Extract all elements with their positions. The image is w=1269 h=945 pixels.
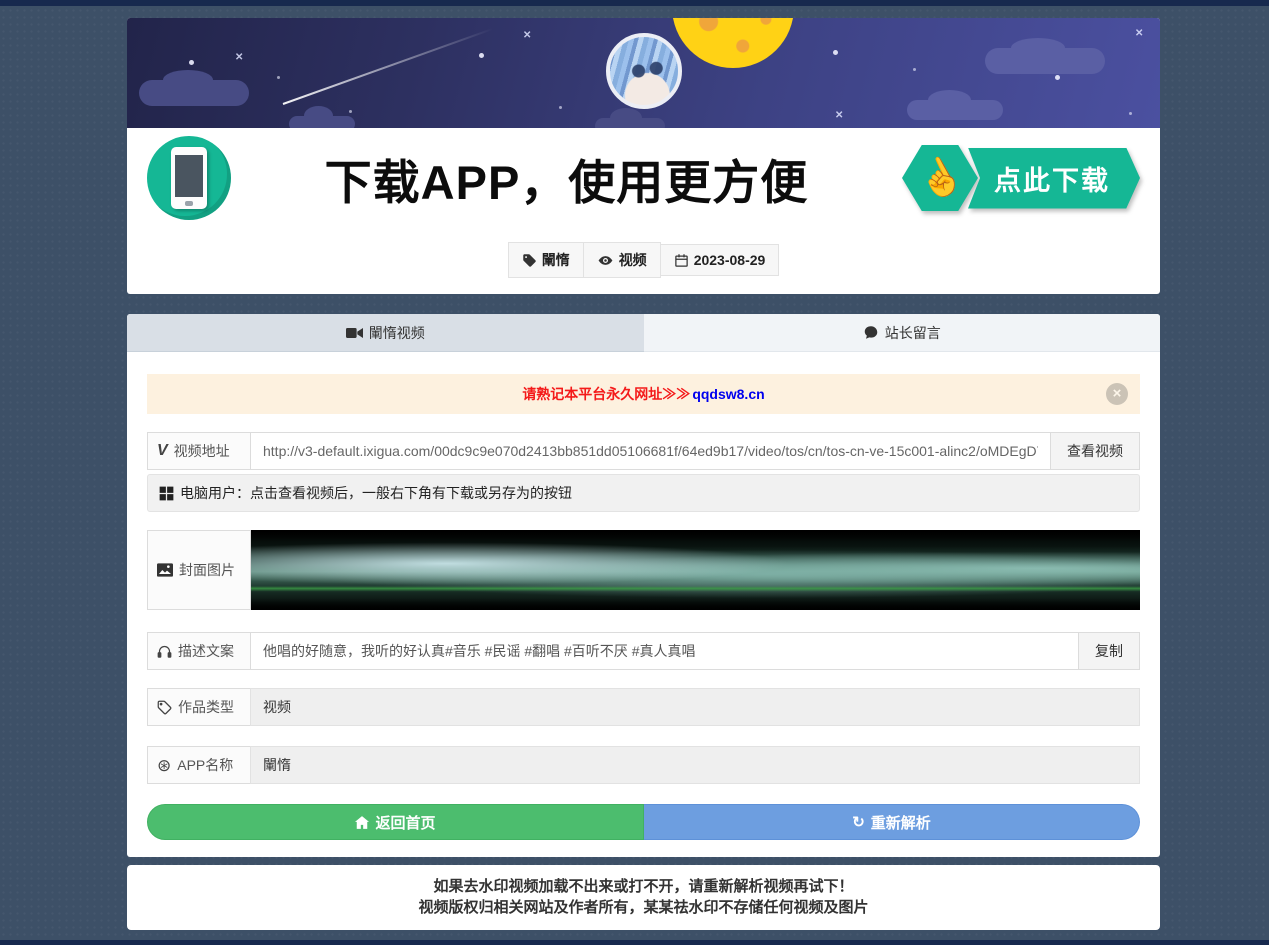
permanent-url-notice: 请熟记本平台永久网址≫≫ qqdsw8.cn ×	[147, 374, 1140, 414]
star-dot	[833, 50, 838, 55]
tab-webmaster-label: 站长留言	[885, 323, 941, 343]
pc-user-hint-text: 电脑用户：点击查看视频后，一般右下角有下载或另存为的按钮	[180, 483, 572, 503]
calendar-icon	[674, 253, 689, 268]
phone-icon	[147, 136, 231, 220]
view-video-button[interactable]: 查看视频	[1050, 432, 1140, 470]
avatar[interactable]	[606, 33, 682, 109]
app-name-label: APP名称	[177, 755, 233, 775]
tab-video-label: 閳惰视频	[369, 323, 425, 343]
download-now-button[interactable]: ☝ 点此下载	[902, 145, 1140, 211]
star-dot	[1129, 112, 1132, 115]
home-icon	[355, 816, 369, 829]
star-dot	[277, 76, 280, 79]
star-dot	[1055, 75, 1060, 80]
close-icon[interactable]: ×	[1106, 383, 1128, 405]
star-cross: ✕	[523, 30, 531, 41]
download-app-banner[interactable]: 下载APP，使用更方便 ☝ 点此下载	[127, 128, 1160, 228]
video-url-row: V 视频地址 查看视频	[147, 432, 1140, 470]
work-type-label-cell: 作品类型	[147, 688, 251, 726]
app-name-value: 閳惰	[250, 746, 1140, 784]
windows-icon	[159, 486, 174, 501]
cloud-illustration	[985, 48, 1105, 74]
tag-outline-icon	[157, 700, 172, 715]
cloud-illustration	[595, 118, 665, 128]
star-cross: ✕	[835, 110, 843, 121]
star-cross: ✕	[235, 52, 243, 63]
cloud-illustration	[907, 100, 1003, 120]
date-tag-label: 2023-08-29	[694, 252, 766, 268]
video-url-input[interactable]	[263, 443, 1038, 459]
cloud-illustration	[289, 116, 355, 128]
main-panel: 閳惰视频 站长留言 请熟记本平台永久网址≫≫ qqdsw8.cn × V 视频地…	[127, 314, 1160, 857]
work-type-row: 作品类型 视频	[147, 688, 1140, 726]
action-buttons-row: 返回首页 ↻ 重新解析	[147, 804, 1140, 840]
header-card: ✕ ✕ ✕ ✕ 下载APP，使用更方便 ☝ 点此下载 閳惰	[127, 18, 1160, 294]
footer-line-1: 如果去水印视频加载不出来或打不开，请重新解析视频再试下！	[127, 876, 1160, 897]
cloud-illustration	[139, 80, 249, 106]
shooting-star	[283, 28, 494, 105]
copy-button[interactable]: 复制	[1078, 632, 1140, 670]
night-sky-banner: ✕ ✕ ✕ ✕	[127, 18, 1160, 128]
vimeo-v-icon: V	[157, 442, 168, 460]
refresh-icon: ↻	[852, 813, 865, 831]
app-name-label-cell: ⊛ APP名称	[147, 746, 251, 784]
headphones-icon	[157, 644, 172, 659]
description-row: 描述文案 他唱的好随意，我听的好认真#音乐 #民谣 #翻唱 #百听不厌 #真人真…	[147, 632, 1140, 670]
back-home-button[interactable]: 返回首页	[147, 804, 644, 840]
pc-user-hint: 电脑用户：点击查看视频后，一般右下角有下载或另存为的按钮	[147, 474, 1140, 512]
video-url-value-cell	[250, 432, 1051, 470]
tab-webmaster-message[interactable]: 站长留言	[644, 314, 1161, 352]
circled-asterisk-icon: ⊛	[157, 757, 171, 774]
reparse-button[interactable]: ↻ 重新解析	[644, 804, 1140, 840]
cover-label-cell: 封面图片	[147, 530, 251, 610]
date-tag-badge: 2023-08-29	[660, 244, 780, 276]
footer-card: 如果去水印视频加载不出来或打不开，请重新解析视频再试下！ 视频版权归相关网站及作…	[127, 865, 1160, 930]
reparse-label: 重新解析	[871, 812, 931, 833]
app-name-row: ⊛ APP名称 閳惰	[147, 746, 1140, 784]
top-edge-strip	[0, 0, 1269, 6]
video-url-label: 视频地址	[174, 441, 230, 461]
notice-domain-link[interactable]: qqdsw8.cn	[692, 386, 764, 402]
work-type-label: 作品类型	[178, 697, 234, 717]
video-url-label-cell: V 视频地址	[147, 432, 251, 470]
moon-illustration	[672, 18, 794, 68]
app-tag-badge: 閳惰	[508, 242, 584, 278]
tab-bar: 閳惰视频 站长留言	[127, 314, 1160, 352]
description-label-cell: 描述文案	[147, 632, 251, 670]
star-dot	[559, 106, 562, 109]
cover-image-row: 封面图片	[147, 530, 1140, 610]
type-tag-label: 视频	[619, 250, 647, 270]
star-dot	[189, 60, 194, 65]
tag-icon	[522, 253, 537, 268]
description-label: 描述文案	[178, 641, 234, 661]
content-column: ✕ ✕ ✕ ✕ 下载APP，使用更方便 ☝ 点此下载 閳惰	[127, 18, 1160, 930]
work-type-value: 视频	[250, 688, 1140, 726]
image-icon	[157, 563, 173, 577]
meta-tags-row: 閳惰 视频 2023-08-29	[127, 228, 1160, 294]
star-dot	[479, 53, 484, 58]
back-home-label: 返回首页	[375, 812, 435, 833]
star-dot	[913, 68, 916, 71]
pointing-hand-icon: ☝	[902, 145, 978, 211]
app-tag-label: 閳惰	[542, 250, 570, 270]
bottom-edge-strip	[0, 940, 1269, 945]
cover-label: 封面图片	[179, 560, 235, 580]
notice-text: 请熟记本平台永久网址≫≫	[522, 384, 690, 404]
type-tag-badge: 视频	[583, 242, 661, 278]
star-cross: ✕	[1135, 28, 1143, 39]
download-now-label[interactable]: 点此下载	[968, 148, 1140, 209]
footer-line-2: 视频版权归相关网站及作者所有，某某祛水印不存储任何视频及图片	[127, 897, 1160, 918]
eye-icon	[597, 253, 614, 268]
video-camera-icon	[346, 326, 363, 340]
tab-video[interactable]: 閳惰视频	[127, 314, 644, 352]
star-dot	[349, 110, 352, 113]
download-banner-title: 下载APP，使用更方便	[231, 144, 902, 213]
cover-image	[251, 530, 1140, 610]
comment-icon	[863, 325, 879, 340]
description-value: 他唱的好随意，我听的好认真#音乐 #民谣 #翻唱 #百听不厌 #真人真唱	[250, 632, 1079, 670]
